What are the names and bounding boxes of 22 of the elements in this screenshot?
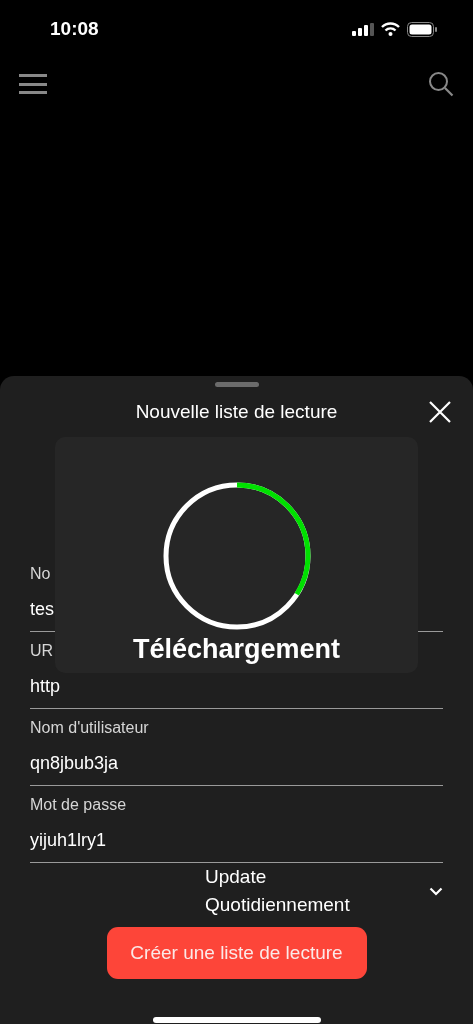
input-field[interactable]: http xyxy=(30,674,61,698)
wifi-icon xyxy=(381,22,400,36)
battery-icon xyxy=(407,21,437,37)
input-field[interactable]: qn8jbub3ja xyxy=(30,751,119,775)
picker-label: Update xyxy=(205,865,268,889)
close-icon[interactable] xyxy=(429,401,451,423)
input-field[interactable]: yijuh1lry1 xyxy=(30,828,107,852)
field-label: Nom d'utilisateur xyxy=(30,718,149,738)
progress-label: Téléchargement xyxy=(132,633,341,665)
update-picker[interactable]: Update Quotidiennement xyxy=(205,863,443,919)
signal-icon xyxy=(352,22,374,36)
field-label: UR xyxy=(30,641,54,661)
input-field[interactable]: tes xyxy=(30,597,54,621)
menu-icon[interactable] xyxy=(19,74,47,94)
sheet-handle[interactable] xyxy=(214,382,259,387)
search-icon[interactable] xyxy=(428,71,454,97)
sheet-title: Nouvelle liste de lecture xyxy=(135,400,338,425)
field-label: Mot de passe xyxy=(30,795,127,815)
chevron-down-icon xyxy=(429,886,443,896)
field-label: No xyxy=(30,564,51,584)
status-time: 10:08 xyxy=(50,16,99,41)
picker-value: Quotidiennement xyxy=(205,893,350,917)
